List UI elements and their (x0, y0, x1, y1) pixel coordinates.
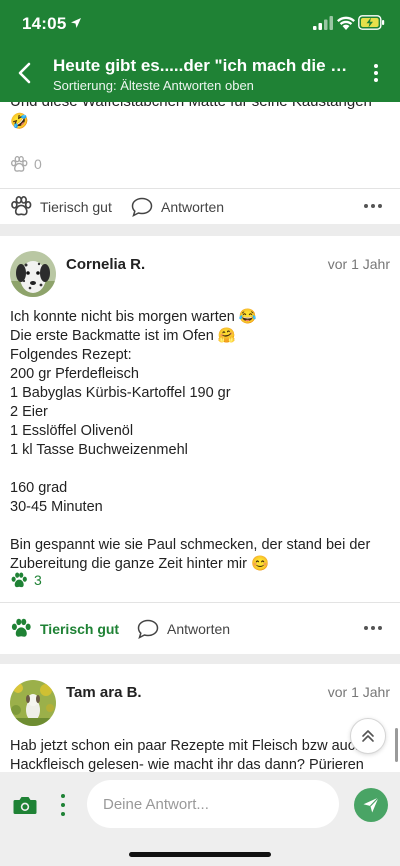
post-line: 160 grad (10, 480, 68, 496)
app-header: 14:05 Heute gibt es.....der "ich mach di… (0, 0, 400, 102)
paw-icon (10, 155, 28, 172)
paw-icon (11, 196, 32, 216)
like-count-row: 0 (10, 154, 42, 174)
post-time: vor 1 Jahr (327, 684, 390, 700)
like-button[interactable]: Tierisch gut (10, 189, 112, 224)
more-horizontal-icon (364, 204, 368, 208)
more-horizontal-icon (364, 626, 368, 630)
scrollbar[interactable] (395, 728, 398, 762)
post-more-button[interactable] (364, 623, 386, 633)
send-icon (363, 797, 379, 813)
like-button[interactable]: Tierisch gut (10, 603, 119, 654)
post-line: 1 kl Tasse Buchweizenmehl (10, 442, 188, 458)
scroll-to-top-button[interactable] (350, 718, 386, 754)
avatar[interactable] (10, 680, 56, 726)
post-time: vor 1 Jahr (327, 256, 390, 272)
post-card: Cornelia R. vor 1 Jahr Ich konnte nicht … (0, 236, 400, 654)
sort-subtitle: Sortierung: Älteste Antworten oben (53, 78, 254, 93)
post-more-button[interactable] (364, 201, 386, 211)
reply-input[interactable] (87, 780, 339, 828)
post-line: Hab jetzt schon ein paar Rezepte mit Fle… (10, 738, 364, 772)
thread-menu-button[interactable] (366, 60, 386, 86)
post-line: 30-45 Minuten (10, 499, 103, 515)
camera-button[interactable] (12, 793, 38, 817)
like-count-row: 3 (10, 570, 42, 590)
camera-icon (13, 797, 37, 814)
post-line: 1 Esslöffel Olivenöl (10, 423, 134, 439)
reply-label: Antworten (161, 198, 225, 215)
status-bar: 14:05 (0, 0, 400, 46)
avatar[interactable] (10, 251, 56, 297)
paw-icon (11, 618, 31, 637)
post-line: Bin gespannt wie sie Paul schmecken, der… (10, 537, 371, 572)
thread-title-block: Heute gibt es.....der "ich mach die Le..… (53, 56, 353, 93)
post-line: Die erste Backmatte ist im Ofen 🤗 (10, 328, 236, 344)
like-count: 3 (34, 572, 42, 588)
dalmatian-avatar-image (10, 251, 56, 297)
reply-button[interactable]: Antworten (131, 189, 224, 224)
status-time: 14:05 (22, 14, 67, 33)
post-card: Tam ara B. vor 1 Jahr Hab jetzt schon ei… (0, 664, 400, 772)
more-vertical-icon (374, 64, 378, 68)
post-body: Ich konnte nicht bis morgen warten 😂 Die… (10, 308, 392, 574)
post-line: Folgendes Rezept: (10, 347, 132, 363)
post-body: Und diese Waffelstäbchen Matte für seine… (10, 102, 372, 130)
home-indicator (129, 852, 271, 857)
post-body: Hab jetzt schon ein paar Rezepte mit Fle… (10, 737, 392, 772)
reply-button[interactable]: Antworten (137, 603, 230, 654)
thread-title: Heute gibt es.....der "ich mach die Le..… (53, 56, 353, 75)
like-label: Tierisch gut (40, 620, 120, 637)
speech-bubble-icon (131, 197, 153, 217)
like-count: 0 (34, 156, 42, 172)
post-line: 2 Eier (10, 404, 48, 420)
location-arrow-icon (71, 18, 81, 28)
author-name[interactable]: Tam ara B. (66, 684, 142, 701)
wifi-icon (337, 16, 355, 30)
back-button[interactable] (10, 58, 38, 88)
more-vertical-icon (61, 794, 65, 798)
signal-icon (313, 16, 333, 30)
dog-in-field-avatar-image (10, 680, 56, 726)
post-line: 200 gr Pferdefleisch (10, 366, 139, 382)
back-arrow-icon (18, 62, 31, 84)
post-line: Ich konnte nicht bis morgen warten 😂 (10, 309, 257, 325)
reply-label: Antworten (167, 620, 231, 637)
author-name[interactable]: Cornelia R. (66, 256, 145, 273)
send-button[interactable] (354, 788, 388, 822)
composer-more-button[interactable] (59, 794, 67, 816)
like-label: Tierisch gut (40, 198, 112, 215)
post-line: 1 Babyglas Kürbis-Kartoffel 190 gr (10, 385, 231, 401)
battery-charging-icon (358, 15, 385, 30)
thread-content[interactable]: Und diese Waffelstäbchen Matte für seine… (0, 102, 400, 772)
double-chevron-up-icon (362, 730, 374, 742)
speech-bubble-icon (137, 619, 159, 639)
paw-icon (11, 572, 27, 587)
post-card: Und diese Waffelstäbchen Matte für seine… (0, 102, 400, 224)
